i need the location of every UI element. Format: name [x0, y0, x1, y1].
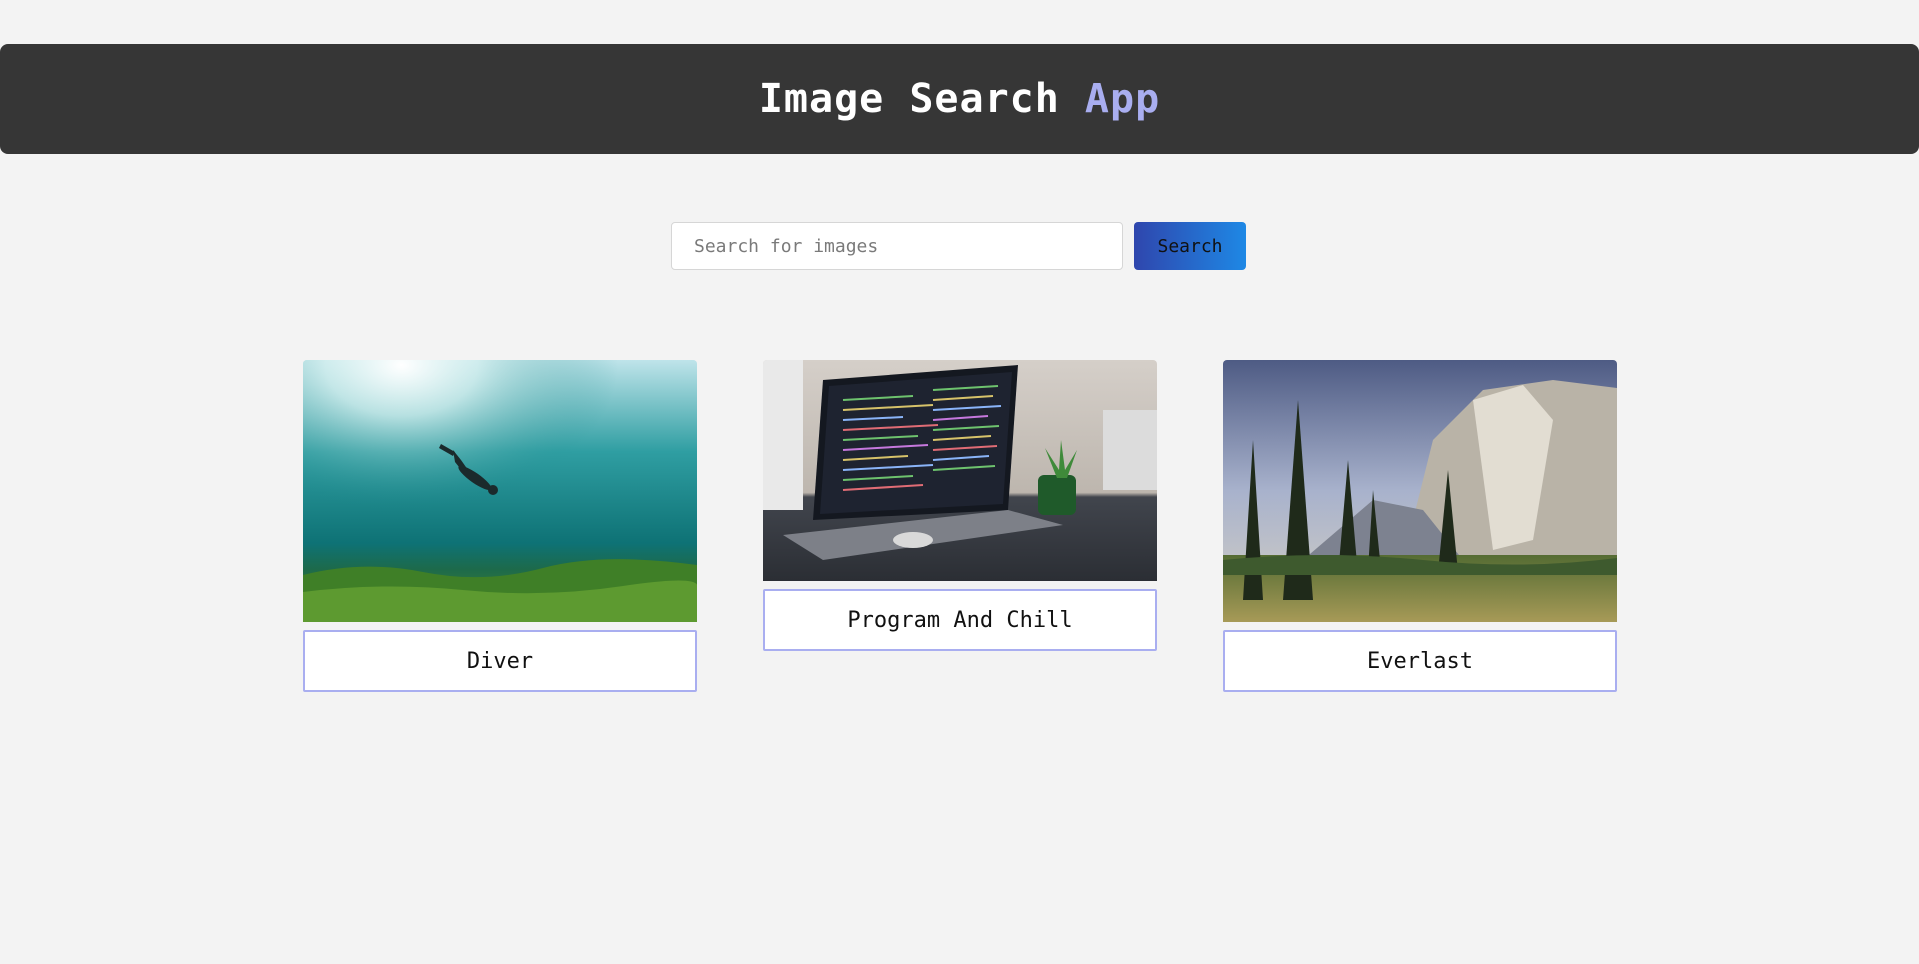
search-bar: Search — [671, 222, 1246, 270]
title-accent: App — [1084, 76, 1161, 122]
card-caption: Diver — [303, 630, 697, 692]
app-header: Image Search App — [0, 44, 1919, 154]
laptop-image — [763, 360, 1157, 581]
title-main: Image Search — [758, 76, 1060, 122]
card-caption: Everlast — [1223, 630, 1617, 692]
search-button[interactable]: Search — [1134, 222, 1246, 270]
mountain-forest-photo[interactable] — [1223, 360, 1617, 622]
mountain-image — [1223, 360, 1617, 622]
result-card-program-and-chill[interactable]: Program And Chill — [763, 360, 1157, 651]
result-card-diver[interactable]: Diver — [303, 360, 697, 692]
underwater-diver-photo[interactable] — [303, 360, 697, 622]
page-title: Image Search App — [759, 76, 1160, 122]
search-input[interactable] — [671, 222, 1123, 270]
card-caption: Program And Chill — [763, 589, 1157, 651]
laptop-code-photo[interactable] — [763, 360, 1157, 581]
result-card-everlast[interactable]: Everlast — [1223, 360, 1617, 692]
diver-image — [303, 360, 697, 622]
